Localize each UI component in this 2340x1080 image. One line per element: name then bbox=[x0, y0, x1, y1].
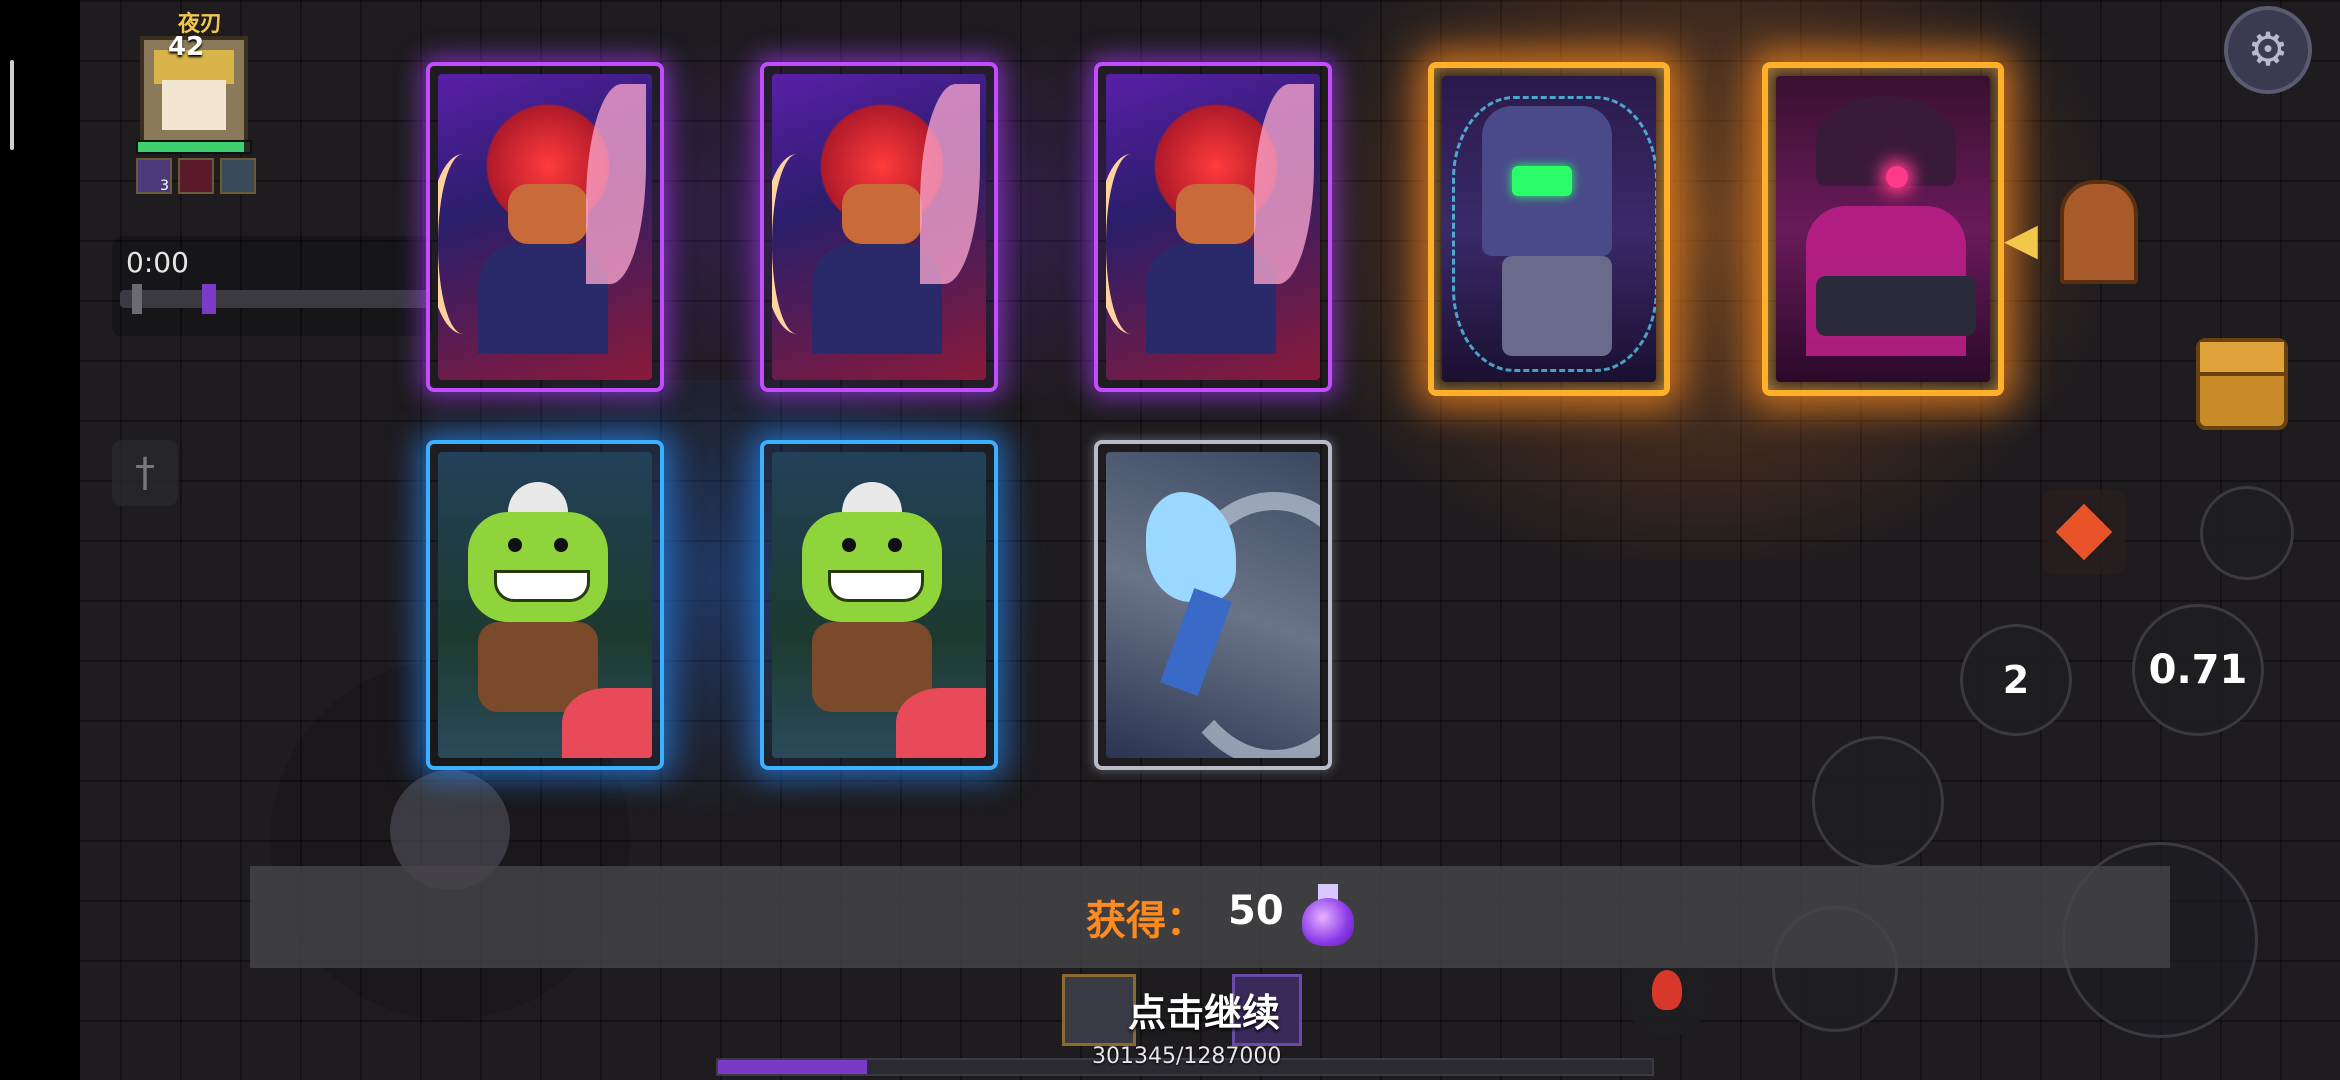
green-goblin-card-art bbox=[772, 452, 986, 758]
arrow-left-icon: ◀ bbox=[2004, 214, 2038, 265]
game-screen[interactable]: 夜刃 42 3 0:00 † ⚙ ◀ 2 0.71 获得： 50 点击继续 30… bbox=[0, 0, 2340, 1080]
avatar-face bbox=[162, 80, 226, 130]
weapon-swap-button[interactable]: † bbox=[112, 440, 178, 506]
skill-cooldown-button[interactable]: 2 bbox=[1960, 624, 2072, 736]
buff-list: 3 bbox=[136, 158, 256, 194]
red-eye-buff-icon[interactable] bbox=[178, 158, 214, 194]
screen-edge bbox=[0, 0, 80, 1080]
player-hp-bar bbox=[136, 140, 252, 154]
reward-amount: 50 bbox=[1228, 888, 1284, 934]
potion-icon bbox=[1652, 970, 1682, 1010]
red-gem-icon bbox=[2055, 503, 2113, 561]
reward-card[interactable] bbox=[1094, 62, 1332, 392]
tap-to-continue[interactable]: 点击继续 bbox=[1128, 982, 1280, 1037]
timeline-slider[interactable] bbox=[120, 284, 430, 314]
game-timer: 0:00 bbox=[126, 246, 189, 279]
reward-card[interactable] bbox=[1094, 440, 1332, 770]
reward-label: 获得： bbox=[1086, 898, 1206, 944]
player-level: 42 bbox=[168, 32, 205, 62]
skill-cooldown-seconds: 0.71 bbox=[2148, 647, 2248, 693]
dash-skill-button[interactable] bbox=[2200, 486, 2294, 580]
experience-fill bbox=[718, 1060, 868, 1074]
reward-card[interactable] bbox=[760, 62, 998, 392]
reward-card[interactable] bbox=[426, 440, 664, 770]
gem-skill-button[interactable] bbox=[2042, 490, 2126, 574]
edge-indicator bbox=[10, 60, 14, 150]
reward-card[interactable] bbox=[1762, 62, 2004, 396]
purple-gem-icon bbox=[1302, 884, 1354, 946]
shield-buff-icon[interactable] bbox=[220, 158, 256, 194]
ice-ninja-card-art bbox=[1106, 452, 1320, 758]
exit-door-button[interactable] bbox=[2060, 180, 2138, 284]
reward-card[interactable] bbox=[426, 62, 664, 392]
shield-slot-icon bbox=[1062, 974, 1136, 1046]
card-buff-icon[interactable]: 3 bbox=[136, 158, 172, 194]
hp-fill bbox=[138, 142, 245, 152]
buff-count: 3 bbox=[160, 178, 169, 194]
chest-lid bbox=[2200, 342, 2284, 376]
sword-icon: † bbox=[135, 450, 155, 496]
settings-button[interactable]: ⚙ bbox=[2224, 6, 2312, 94]
reward-card[interactable] bbox=[760, 440, 998, 770]
dark-witch-card-art bbox=[1776, 76, 1990, 382]
slider-handle-current[interactable] bbox=[202, 284, 216, 314]
shield-skill-button[interactable] bbox=[1812, 736, 1944, 868]
red-haired-demon-card-art bbox=[438, 74, 652, 380]
skill-cooldown-timer-button[interactable]: 0.71 bbox=[2132, 604, 2264, 736]
red-haired-demon-card-art bbox=[1106, 74, 1320, 380]
reward-banner bbox=[250, 866, 2170, 968]
inventory-chest-button[interactable] bbox=[2196, 338, 2288, 430]
red-haired-demon-card-art bbox=[772, 74, 986, 380]
slider-handle-start[interactable] bbox=[132, 284, 142, 314]
armored-robot-card-art bbox=[1442, 76, 1656, 382]
reward-card[interactable] bbox=[1428, 62, 1670, 396]
green-goblin-card-art bbox=[438, 452, 652, 758]
gear-icon: ⚙ bbox=[2247, 22, 2289, 76]
experience-text: 301345/1287000 bbox=[1092, 1044, 1282, 1069]
skill-cooldown-count: 2 bbox=[2002, 658, 2030, 702]
